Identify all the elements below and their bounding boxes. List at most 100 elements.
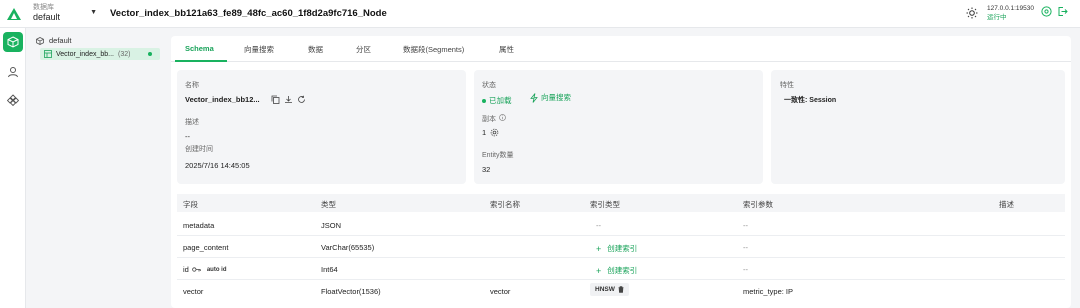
- database-select-caption: 数据库: [33, 4, 54, 11]
- cube-icon: [7, 36, 19, 48]
- caret-down-icon: ▼: [90, 9, 97, 16]
- lightning-icon: [530, 92, 538, 103]
- table-icon: [44, 50, 52, 58]
- column-header-index-type[interactable]: 索引类型: [590, 199, 620, 210]
- created-time-value: 2025/7/16 14:45:05: [185, 161, 250, 170]
- index-type: --: [596, 221, 601, 230]
- database-cube-icon: [36, 36, 44, 45]
- features-label: 特性: [780, 82, 794, 89]
- index-type: HNSW: [595, 286, 615, 293]
- server-address: 127.0.0.1:19530: [987, 5, 1034, 12]
- field-name: page_content: [183, 243, 229, 252]
- status-label: 状态: [482, 82, 496, 89]
- replica-label: 副本: [482, 116, 496, 123]
- database-select-value: default: [33, 12, 61, 22]
- download-icon[interactable]: [284, 95, 293, 104]
- database-select[interactable]: 数据库 default ▼: [33, 3, 97, 25]
- primary-key-field: id auto id: [183, 265, 227, 274]
- key-icon: [192, 267, 201, 272]
- tab-bar: Schema 向量搜索 数据 分区 数据段(Segments) 属性: [171, 36, 1071, 62]
- tree-collection-count: (32): [118, 50, 131, 58]
- vector-search-link[interactable]: 向量搜索: [530, 92, 571, 103]
- table-header-row: 字段 类型 索引名称 索引类型 索引参数 描述: [177, 194, 1065, 212]
- top-bar: 数据库 default ▼ Vector_index_bb121a63_fe89…: [0, 0, 1080, 28]
- table-row: id auto id Int64 + 创建索引 --: [177, 258, 1065, 280]
- created-time-label: 创建时间: [185, 146, 213, 153]
- index-type-tag: HNSW: [590, 283, 629, 296]
- nav-users-button[interactable]: [3, 62, 23, 82]
- name-label: 名称: [185, 82, 199, 89]
- index-params: --: [743, 221, 748, 230]
- description-label: 描述: [185, 119, 199, 126]
- index-params: --: [743, 265, 748, 274]
- index-params: metric_type: IP: [743, 287, 794, 296]
- field-name: metadata: [183, 221, 215, 230]
- tab-vector-search[interactable]: 向量搜索: [244, 44, 274, 55]
- delete-icon[interactable]: [618, 286, 624, 293]
- loaded-status: 已加载: [482, 95, 512, 106]
- main-panel: Schema 向量搜索 数据 分区 数据段(Segments) 属性 名称 Ve…: [171, 36, 1071, 308]
- loaded-status-dot: [148, 52, 152, 56]
- theme-toggle-icon[interactable]: [966, 7, 978, 19]
- field-type: VarChar(65535): [321, 243, 375, 252]
- create-index-label: 创建索引: [607, 266, 638, 275]
- active-tab-indicator: [175, 60, 227, 62]
- status-card: 状态 已加载 向量搜索 副本 1 Entity数量 32: [474, 70, 763, 184]
- field-name: id: [183, 265, 189, 274]
- create-index-button[interactable]: + 创建索引: [596, 243, 637, 254]
- refresh-icon[interactable]: [297, 95, 306, 104]
- tab-properties[interactable]: 属性: [499, 44, 514, 55]
- info-icon[interactable]: [499, 114, 506, 121]
- entity-count-label: Entity数量: [482, 152, 514, 159]
- loaded-dot-icon: [482, 98, 486, 103]
- plus-icon: +: [596, 243, 602, 254]
- consistency-level: 一致性: Session: [784, 97, 837, 104]
- column-header-field[interactable]: 字段: [183, 199, 198, 210]
- help-icon[interactable]: [1041, 6, 1052, 17]
- table-row: vector FloatVector(1536) vector HNSW met…: [177, 280, 1065, 302]
- nodes-icon: [7, 94, 19, 106]
- milvus-logo-icon[interactable]: [6, 7, 22, 21]
- tab-segments[interactable]: 数据段(Segments): [403, 44, 464, 55]
- server-info: 127.0.0.1:19530 运行中: [987, 4, 1034, 22]
- collection-info-card: 名称 Vector_index_bb12... 描述 -- 创建时间 2025/…: [177, 70, 466, 184]
- copy-icon[interactable]: [271, 95, 280, 104]
- auto-id-tag: auto id: [206, 266, 227, 273]
- left-nav-rail: [0, 28, 26, 308]
- column-header-index-params[interactable]: 索引参数: [743, 199, 773, 210]
- user-icon: [8, 67, 18, 78]
- tree-collection-label: Vector_index_bb...: [56, 50, 114, 58]
- tree-collection-item[interactable]: Vector_index_bb... (32): [40, 48, 160, 60]
- vector-search-link-text: 向量搜索: [541, 93, 571, 102]
- description-value: --: [185, 132, 190, 141]
- plus-icon: +: [596, 265, 602, 276]
- field-name: vector: [183, 287, 204, 296]
- loaded-status-text: 已加载: [489, 96, 512, 105]
- tree-database-item[interactable]: default: [36, 36, 72, 45]
- index-params: --: [743, 243, 748, 252]
- nav-collections-button[interactable]: [3, 32, 23, 52]
- tab-partitions[interactable]: 分区: [356, 44, 371, 55]
- logout-icon[interactable]: [1057, 6, 1068, 17]
- table-row: page_content VarChar(65535) + 创建索引 --: [177, 236, 1065, 258]
- server-status: 运行中: [987, 14, 1007, 21]
- features-card: 特性 一致性: Session: [771, 70, 1065, 184]
- replica-value: 1: [482, 128, 487, 137]
- column-header-index-name[interactable]: 索引名称: [490, 199, 520, 210]
- create-index-button[interactable]: + 创建索引: [596, 265, 637, 276]
- entity-count-value: 32: [482, 165, 491, 174]
- settings-icon[interactable]: [490, 128, 499, 137]
- collection-title: Vector_index_bb121a63_fe89_48fc_ac60_1f8…: [110, 8, 387, 19]
- collection-tree: default Vector_index_bb... (32): [26, 28, 168, 308]
- field-type: Int64: [321, 265, 338, 274]
- field-type: JSON: [321, 221, 342, 230]
- column-header-description[interactable]: 描述: [999, 199, 1014, 210]
- index-name: vector: [490, 287, 511, 296]
- create-index-label: 创建索引: [607, 244, 638, 253]
- column-header-type[interactable]: 类型: [321, 199, 336, 210]
- tab-data[interactable]: 数据: [308, 44, 323, 55]
- nav-system-button[interactable]: [3, 90, 23, 110]
- tab-schema[interactable]: Schema: [185, 44, 214, 53]
- name-value: Vector_index_bb12...: [185, 95, 260, 104]
- table-row: metadata JSON -- --: [177, 214, 1065, 236]
